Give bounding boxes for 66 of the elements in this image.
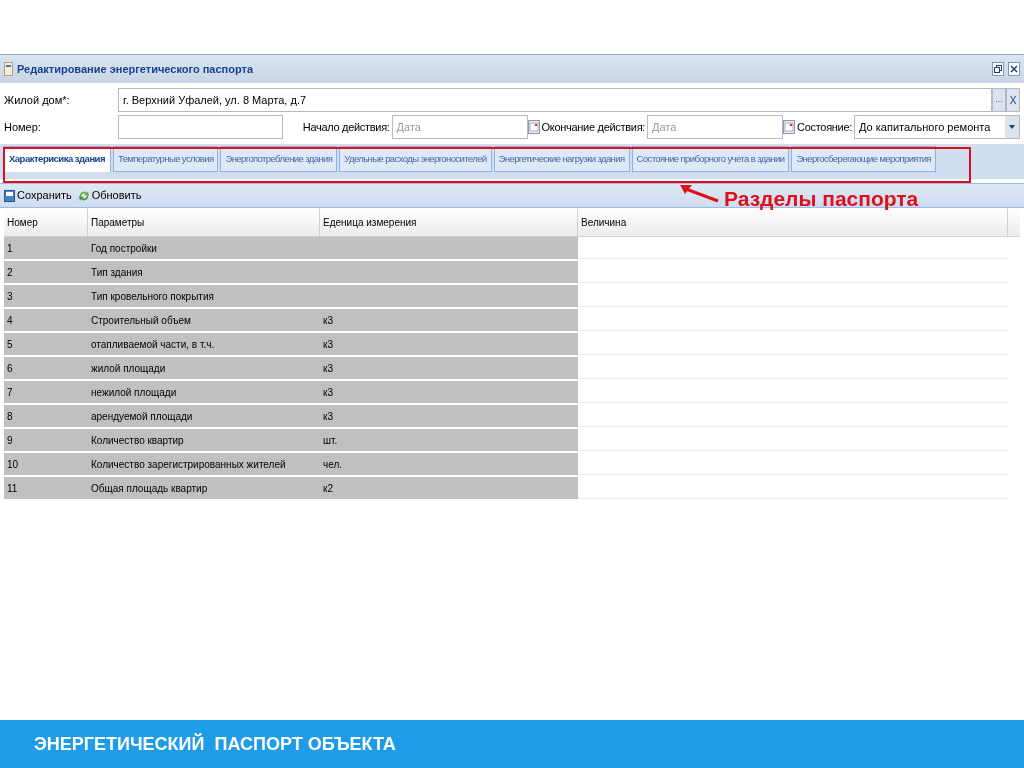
table-cell-text: Тип здания <box>90 265 144 280</box>
table-cell-text: к3 <box>322 361 334 376</box>
tab[interactable]: Температурные условия <box>113 146 219 172</box>
tab[interactable]: Удельные расходы энергоносителей <box>339 146 492 172</box>
document-icon <box>4 62 13 76</box>
table-cell-text: 1 <box>6 241 14 256</box>
column-header[interactable]: Номер <box>4 208 88 236</box>
table-cell-text: Тип кровельного покрытия <box>90 289 215 304</box>
table-cell-text: 9 <box>6 433 14 448</box>
arrow-icon <box>678 184 720 204</box>
calendar-icon[interactable] <box>783 120 796 134</box>
number-field[interactable] <box>118 115 283 139</box>
window-title: Редактирование энергетического паспорта <box>17 61 255 77</box>
table-cell-text: чел. <box>322 457 344 472</box>
table-cell-text: 10 <box>6 457 20 472</box>
table-cell-text: 7 <box>6 385 14 400</box>
restore-icon <box>994 65 1002 73</box>
field-label: Номер: <box>3 119 42 135</box>
field-label: Состояние: <box>796 119 853 135</box>
table-cell-text: к3 <box>322 337 334 352</box>
table-cell-text: Строительный объем <box>90 313 192 328</box>
table-cell-text: 5 <box>6 337 14 352</box>
table-cell-text: 2 <box>6 265 14 280</box>
tab[interactable]: Характерисика здания <box>3 146 111 172</box>
state-dropdown[interactable]: До капитального ремонта <box>854 115 1020 139</box>
column-header[interactable]: Параметры <box>88 208 320 236</box>
refresh-button[interactable]: Обновить <box>77 187 142 204</box>
field-label: Начало действия: <box>301 119 391 135</box>
save-button[interactable]: Сохранить <box>4 187 72 204</box>
table-cell-text: к3 <box>322 385 334 400</box>
table-cell-text: отапливаемой части, в т.ч. <box>90 337 216 352</box>
field-label: Жилой дом*: <box>3 92 71 108</box>
refresh-icon <box>77 189 90 202</box>
caret-icon <box>1005 116 1019 138</box>
table-cell-text: к2 <box>322 481 334 496</box>
table-cell-text: жилой площади <box>90 361 167 376</box>
table-cell-text: 4 <box>6 313 14 328</box>
calendar-icon[interactable] <box>527 120 540 134</box>
field-label: Окончание действия: <box>540 119 647 135</box>
table-cell-text: нежилой площади <box>90 385 178 400</box>
table-cell-text: 6 <box>6 361 14 376</box>
table-cell-text: Год постройки <box>90 241 158 256</box>
browse-button[interactable]: ... <box>992 88 1006 112</box>
table-cell-text: 3 <box>6 289 14 304</box>
table-cell-text: Общая площадь квартир <box>90 481 209 496</box>
restore-button[interactable] <box>992 62 1004 76</box>
tab[interactable]: Энергосберегающие мероприятия <box>791 146 936 172</box>
clear-button[interactable]: X <box>1006 88 1020 112</box>
table-cell-text: 11 <box>6 481 19 496</box>
table-cell-text: Количество квартир <box>90 433 185 448</box>
table-cell-text: к3 <box>322 313 334 328</box>
tab[interactable]: Энергетические нагрузки здания <box>493 146 630 172</box>
tab[interactable]: Состояние приборного учета в здании <box>631 146 790 172</box>
tab[interactable]: Энергопотребление здания <box>220 146 338 172</box>
table-cell-text: Количество зарегистрированных жителей <box>90 457 287 472</box>
table-cell-text: 8 <box>6 409 14 424</box>
table-cell-text: шт. <box>322 433 339 448</box>
house-field[interactable]: г. Верхний Уфалей, ул. 8 Марта, д.7 <box>118 88 992 112</box>
footer-title: ЭНЕРГЕТИЧЕСКИЙ ПАСПОРТ ОБЪЕКТА <box>34 732 396 756</box>
table-cell-text: к3 <box>322 409 334 424</box>
table-cell-text: арендуемой площади <box>90 409 194 424</box>
annotation-label: Разделы паспорта <box>724 188 919 209</box>
close-icon <box>1010 65 1018 73</box>
close-button[interactable] <box>1008 62 1020 76</box>
save-icon <box>4 189 15 202</box>
column-header[interactable]: Еденица измерения <box>320 208 578 236</box>
